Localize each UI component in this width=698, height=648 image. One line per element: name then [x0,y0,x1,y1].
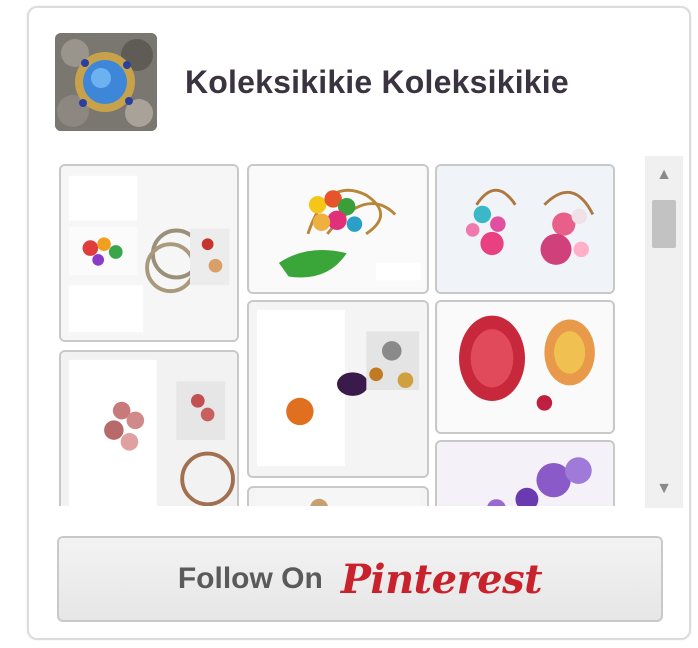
profile-avatar[interactable] [55,33,157,131]
follow-on-pinterest-button[interactable]: Follow On Pinterest [57,536,663,622]
pin-image [61,352,237,506]
pin-tile[interactable] [247,486,429,506]
scroll-up-icon[interactable]: ▲ [645,156,683,194]
pin-tile[interactable] [435,300,615,434]
follow-label: Follow On [177,562,323,595]
profile-name[interactable]: Koleksikikie Koleksikikie [185,64,569,101]
pin-tile[interactable] [247,300,429,478]
pin-grid[interactable] [59,158,643,506]
pinterest-logo: Pinterest [340,555,543,603]
scroll-thumb[interactable] [652,200,676,248]
pin-image [437,166,613,292]
pinterest-profile-widget: Koleksikikie Koleksikikie ▲ ▼ Follow On … [27,6,691,640]
pin-image [249,302,427,476]
pin-grid-scrollbar[interactable]: ▲ ▼ [645,156,683,508]
pin-tile[interactable] [435,440,615,506]
pin-image [437,302,613,432]
pin-tile[interactable] [59,164,239,342]
pin-tile[interactable] [247,164,429,294]
pin-image [61,166,237,340]
pin-tile[interactable] [59,350,239,506]
scroll-down-icon[interactable]: ▼ [645,470,683,508]
pin-image [439,442,611,506]
pin-image [256,488,420,506]
pin-image [249,166,427,292]
pin-tile[interactable] [435,164,615,294]
